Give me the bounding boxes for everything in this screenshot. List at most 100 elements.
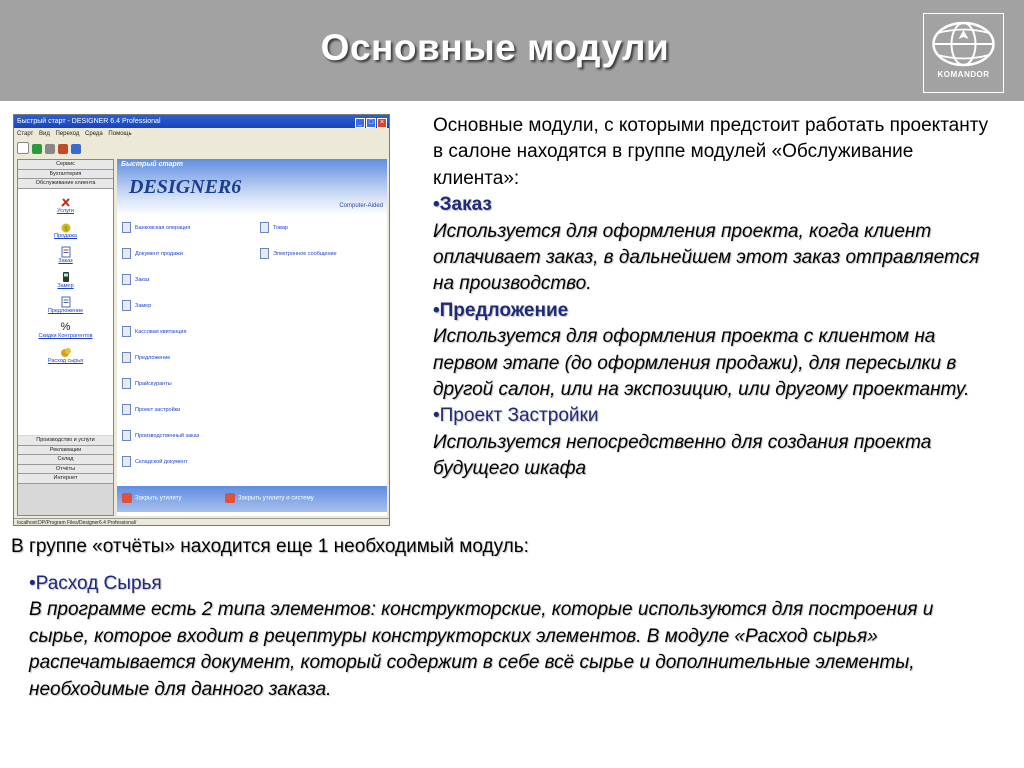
module-link-label: Складской документ xyxy=(135,459,188,465)
menu-item-start[interactable]: Старт xyxy=(17,131,33,137)
nav-groups-bottom: Производство и услуги Рекламации Склад О… xyxy=(18,436,113,484)
document-icon xyxy=(122,222,131,234)
close-utility-button[interactable]: Закрыть утилиту xyxy=(122,493,182,503)
mail-icon[interactable] xyxy=(71,144,81,154)
close-system-label: Закрыть утилиту и систему xyxy=(238,495,314,502)
logo-text: KOMANDOR xyxy=(937,70,990,79)
close-icon[interactable]: × xyxy=(377,118,387,128)
slide-header: Основные модули KOMANDOR xyxy=(0,0,1024,101)
module-label: Предложение xyxy=(47,308,84,314)
module-raw-usage[interactable]: Расход сырья xyxy=(18,346,113,364)
document-icon xyxy=(260,222,269,234)
module-link-email[interactable]: Электронное сообщение xyxy=(260,247,337,261)
module-link-warehouse-doc[interactable]: Складской документ xyxy=(122,455,188,469)
module-link-measure[interactable]: Замер xyxy=(122,299,151,313)
bullet-build-project-title: •Проект Застройки xyxy=(433,405,599,427)
module-link-proposal[interactable]: Предложение xyxy=(122,351,170,365)
menu-item-env[interactable]: Среда xyxy=(85,131,103,137)
module-services[interactable]: Услуги xyxy=(18,196,113,214)
module-link-label: Проект застройки xyxy=(135,407,181,413)
menu-item-view[interactable]: Вид xyxy=(39,131,50,137)
toolbar xyxy=(17,142,84,156)
nav-group-reports[interactable]: Отчёты xyxy=(18,464,113,474)
document-icon xyxy=(122,430,131,442)
help-icon[interactable] xyxy=(58,144,68,154)
module-label: Расход сырья xyxy=(47,358,84,364)
designer-version: 6 xyxy=(231,176,242,198)
designer-brand: DESIGNER xyxy=(129,176,232,198)
modules-description: Основные модули, с которыми предстоит ра… xyxy=(433,113,993,483)
module-link-production-order[interactable]: Производственный заказ xyxy=(122,429,199,443)
module-link-sale-doc[interactable]: Документ продажи xyxy=(122,247,183,261)
close-utility-system-button[interactable]: Закрыть утилиту и систему xyxy=(225,493,314,503)
module-link-order[interactable]: Заказ xyxy=(122,273,149,287)
window-controls: _ □ × xyxy=(354,116,387,129)
percent-icon: % xyxy=(60,321,71,333)
document-icon xyxy=(122,300,131,312)
module-link-label: Электронное сообщение xyxy=(273,251,337,257)
window-titlebar: Быстрый старт - DESIGNER 6.4 Professiona… xyxy=(14,115,389,128)
bullet-proposal-title: •Предложение xyxy=(433,299,569,321)
nav-group-warehouse[interactable]: Склад xyxy=(18,455,113,465)
stop-icon[interactable] xyxy=(45,144,55,154)
bullet-raw-usage-text: В программе есть 2 типа элементов: конст… xyxy=(29,599,934,700)
minimize-icon[interactable]: _ xyxy=(355,118,365,128)
new-icon[interactable] xyxy=(17,142,29,154)
close-utility-label: Закрыть утилиту xyxy=(135,495,182,502)
komandor-logo: KOMANDOR xyxy=(923,13,1004,93)
refresh-icon[interactable] xyxy=(32,144,42,154)
module-link-label: Кассовая квитанция xyxy=(135,329,187,335)
module-link-bank[interactable]: Банковская операция xyxy=(122,221,190,235)
nav-group-client-service[interactable]: Обслуживание клиента xyxy=(18,179,113,189)
module-label: Продажа xyxy=(54,233,77,239)
window-title: Быстрый старт - DESIGNER 6.4 Professiona… xyxy=(17,118,161,125)
intro-text: Основные модули, с которыми предстоит ра… xyxy=(433,115,989,189)
menu-item-go[interactable]: Переход xyxy=(56,131,80,137)
menu-item-help[interactable]: Помощь xyxy=(108,131,131,137)
bullet-build-project-text: Используется непосредственно для создани… xyxy=(433,431,932,480)
reports-group-line: В группе «отчёты» находится еще 1 необхо… xyxy=(11,536,529,557)
module-link-label: Замер xyxy=(135,303,152,309)
module-measure[interactable]: Замер xyxy=(18,271,113,289)
nav-group-internet[interactable]: Интернет xyxy=(18,474,113,484)
nav-group-production[interactable]: Производство и услуги xyxy=(18,436,113,446)
document-icon xyxy=(61,246,70,258)
module-order[interactable]: Заказ xyxy=(18,246,113,264)
bullet-proposal-text: Используется для оформления проекта с кл… xyxy=(433,326,970,401)
power-icon xyxy=(122,493,132,503)
menu-bar: Старт Вид Переход Среда Помощь xyxy=(14,129,389,139)
document-icon xyxy=(122,326,131,338)
designer-logo: DESIGNER6 xyxy=(129,176,241,199)
module-link-pricelists[interactable]: Прайскуранты xyxy=(122,377,172,391)
module-sale[interactable]: $ Продажа xyxy=(18,221,113,239)
module-discounts[interactable]: % Скидки Контрагентов xyxy=(18,321,113,339)
module-link-goods[interactable]: Товар xyxy=(260,221,288,235)
power-icon xyxy=(225,493,235,503)
tools-icon xyxy=(60,198,70,207)
money-bag-icon: $ xyxy=(61,223,70,233)
document-icon xyxy=(61,296,70,308)
slide-title: Основные модули xyxy=(320,27,670,68)
phone-icon xyxy=(62,272,69,282)
module-label: Услуги xyxy=(57,208,74,214)
module-icon-panel: Услуги $ Продажа Заказ Замер Предложение… xyxy=(18,189,113,435)
status-bar: localhost:DP/Program Files/Designer6.4 P… xyxy=(14,518,389,525)
module-link-label: Производственный заказ xyxy=(135,433,200,439)
bullet-raw-usage-title: •Расход Сырья xyxy=(29,573,162,594)
module-proposal[interactable]: Предложение xyxy=(18,296,113,314)
module-link-build-project[interactable]: Проект застройки xyxy=(122,403,180,417)
nav-group-service[interactable]: Сервис xyxy=(18,160,113,170)
module-link-label: Товар xyxy=(273,225,288,231)
document-icon xyxy=(122,404,131,416)
raw-usage-description: •Расход Сырья В программе есть 2 типа эл… xyxy=(29,571,989,703)
module-link-receipt[interactable]: Кассовая квитанция xyxy=(122,325,186,339)
nav-group-claims[interactable]: Рекламации xyxy=(18,445,113,455)
document-icon xyxy=(122,456,131,468)
module-label: Скидки Контрагентов xyxy=(38,333,93,339)
maximize-icon[interactable]: □ xyxy=(366,118,376,128)
module-link-label: Банковская операция xyxy=(135,225,191,231)
nav-group-accounting[interactable]: Бухгалтерия xyxy=(18,169,113,179)
module-label: Замер xyxy=(57,283,74,289)
module-link-label: Предложение xyxy=(135,355,171,361)
module-link-label: Заказ xyxy=(135,277,150,283)
